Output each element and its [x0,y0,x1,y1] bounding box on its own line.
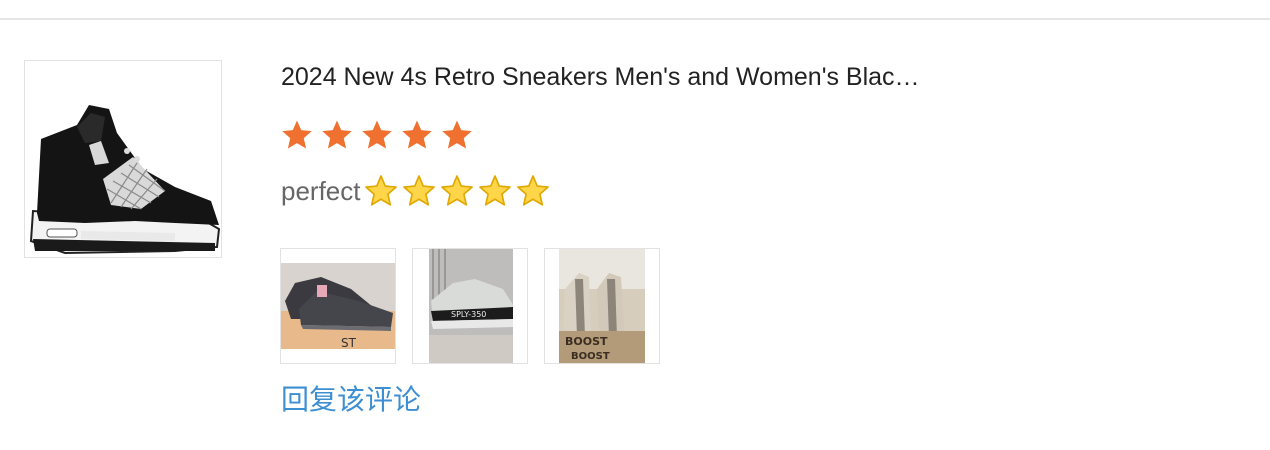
top-divider [0,18,1270,20]
svg-text:ST: ST [341,336,357,350]
star-emoji-icon [440,175,473,206]
svg-text:SPLY-350: SPLY-350 [451,310,486,319]
product-thumbnail[interactable] [24,60,222,258]
star-icon [442,120,472,149]
star-emoji-icon [364,175,397,206]
star-emoji-icon [516,175,549,206]
star-icon [282,120,312,149]
photo-dark-sneakers: ST [281,249,395,363]
review-photos: ST SPLY-350 BOOST BOOST [280,248,660,364]
star-icon [362,120,392,149]
reply-comment-link[interactable]: 回复该评论 [281,380,421,420]
product-title[interactable]: 2024 New 4s Retro Sneakers Men's and Wom… [281,60,981,94]
review-photo[interactable]: BOOST BOOST [544,248,660,364]
star-emoji-icon [478,175,511,206]
svg-text:BOOST: BOOST [565,335,608,348]
star-rating [280,118,474,154]
photo-cream-sneakers: BOOST BOOST [545,249,659,363]
review-comment: perfect [281,172,551,210]
photo-grey-sneaker: SPLY-350 [413,249,527,363]
sneaker-image [29,105,221,255]
star-icon [322,120,352,149]
comment-text: perfect [281,176,361,206]
review-photo[interactable]: ST [280,248,396,364]
comment-emoji [363,173,551,209]
review-photo[interactable]: SPLY-350 [412,248,528,364]
svg-text:BOOST: BOOST [571,351,610,362]
star-emoji-icon [402,175,435,206]
star-icon [402,120,432,149]
